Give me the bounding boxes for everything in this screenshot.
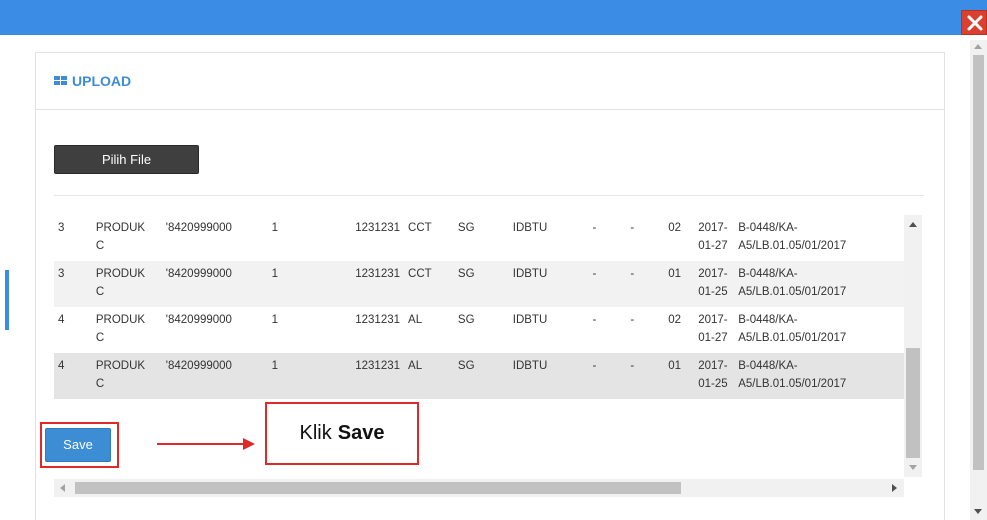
table-cell: AL	[408, 314, 423, 326]
table-scroll-left-icon[interactable]	[60, 484, 65, 492]
table-cell: -	[630, 360, 635, 372]
table-cell: 1	[271, 360, 279, 372]
table-cell: IDBTU	[512, 360, 548, 372]
table-horizontal-scrollbar[interactable]	[54, 479, 904, 497]
panel-title: UPLOAD	[54, 73, 131, 89]
table-cell: '8420999000	[165, 314, 232, 326]
callout-bold: Save	[337, 422, 385, 444]
table-cell: 4	[58, 360, 65, 372]
dialog-titlebar	[0, 0, 987, 35]
table-cell: 2017- 01-27	[698, 314, 728, 344]
table-cell: 3	[58, 268, 65, 280]
dialog-scrollbar[interactable]	[970, 40, 987, 520]
table-cell: SG	[457, 268, 475, 280]
table-cell: 1231231	[355, 268, 401, 280]
table-cell: B-0448/KA- A5/LB.01.05/01/2017	[738, 222, 847, 252]
dialog-scroll-thumb[interactable]	[973, 55, 984, 470]
table-cell: 1	[271, 268, 279, 280]
table-scroll-right-icon[interactable]	[892, 484, 897, 492]
table-cell: PRODUK C	[95, 268, 146, 298]
table-cell: 4	[58, 314, 65, 326]
table-cell: B-0448/KA- A5/LB.01.05/01/2017	[738, 314, 847, 344]
close-icon	[967, 15, 983, 31]
table-cell: SG	[457, 314, 475, 326]
upload-table-container: 3 PRODUK C '8420999000 1 1231231 CCT SG IDBTU - - 0…	[54, 215, 940, 499]
table-cell: -	[630, 314, 635, 326]
background-accent	[5, 270, 9, 330]
table-cell: 1	[271, 314, 279, 326]
table-cell: 1231231	[355, 360, 401, 372]
panel-title-text: UPLOAD	[72, 73, 132, 89]
table-vertical-scrollbar[interactable]	[904, 215, 922, 477]
table-cell: IDBTU	[512, 314, 548, 326]
table-cell: -	[592, 314, 597, 326]
scroll-up-icon[interactable]	[974, 44, 982, 49]
panel-header: UPLOAD	[36, 53, 944, 110]
table-row[interactable]: 4 PRODUK C '8420999000 1 1231231 AL SG IDBTU - - 02…	[54, 307, 904, 353]
table-row[interactable]: 3 PRODUK C '8420999000 1 1231231 CCT SG IDBTU - - 0…	[54, 215, 904, 261]
table-cell: -	[592, 360, 597, 372]
table-cell: SG	[457, 360, 475, 372]
background-page-edge	[0, 35, 10, 520]
table-cell: B-0448/KA- A5/LB.01.05/01/2017	[738, 360, 847, 390]
table-cell: PRODUK C	[95, 222, 146, 252]
table-vscroll-thumb[interactable]	[906, 348, 920, 458]
table-cell: '8420999000	[165, 268, 232, 280]
table-cell: '8420999000	[165, 360, 232, 372]
table-cell: -	[592, 222, 597, 234]
table-cell: 01	[668, 268, 682, 280]
table-cell: AL	[408, 360, 423, 372]
save-highlight-box	[40, 422, 119, 468]
divider	[54, 195, 924, 196]
table-cell: -	[630, 222, 635, 234]
close-button[interactable]	[961, 10, 987, 35]
table-scroll-down-icon[interactable]	[909, 465, 917, 470]
table-cell: 2017- 01-27	[698, 222, 728, 252]
arrow-icon	[157, 438, 255, 450]
table-cell: CCT	[408, 268, 432, 280]
table-cell: 2017- 01-25	[698, 360, 728, 390]
callout-prefix: Klik	[299, 422, 332, 444]
table-cell: IDBTU	[512, 268, 548, 280]
table-cell: 02	[668, 314, 682, 326]
table-cell: 1231231	[355, 222, 401, 234]
table-cell: B-0448/KA- A5/LB.01.05/01/2017	[738, 268, 847, 298]
instruction-callout: Klik Save	[265, 402, 419, 465]
upload-table: 3 PRODUK C '8420999000 1 1231231 CCT SG IDBTU - - 0…	[54, 215, 904, 399]
table-cell: 02	[668, 222, 682, 234]
choose-file-button[interactable]: Pilih File	[54, 145, 199, 174]
table-cell: 3	[58, 222, 65, 234]
table-row[interactable]: 4 PRODUK C '8420999000 1 1231231 AL SG IDBTU - - 01…	[54, 353, 904, 399]
table-cell: '8420999000	[165, 222, 232, 234]
scroll-down-icon[interactable]	[974, 509, 982, 514]
table-scroll-up-icon[interactable]	[909, 222, 917, 227]
table-cell: IDBTU	[512, 222, 548, 234]
table-cell: CCT	[408, 222, 432, 234]
table-cell: PRODUK C	[95, 360, 146, 390]
table-cell: 1231231	[355, 314, 401, 326]
grid-icon	[54, 76, 67, 85]
table-cell: 01	[668, 360, 682, 372]
table-cell: 2017- 01-25	[698, 268, 728, 298]
table-cell: -	[592, 268, 597, 280]
table-hscroll-thumb[interactable]	[75, 482, 681, 494]
table-cell: 1	[271, 222, 279, 234]
table-cell: -	[630, 268, 635, 280]
table-cell: PRODUK C	[95, 314, 146, 344]
table-row[interactable]: 3 PRODUK C '8420999000 1 1231231 CCT SG IDBTU - - 0…	[54, 261, 904, 307]
table-cell: SG	[457, 222, 475, 234]
